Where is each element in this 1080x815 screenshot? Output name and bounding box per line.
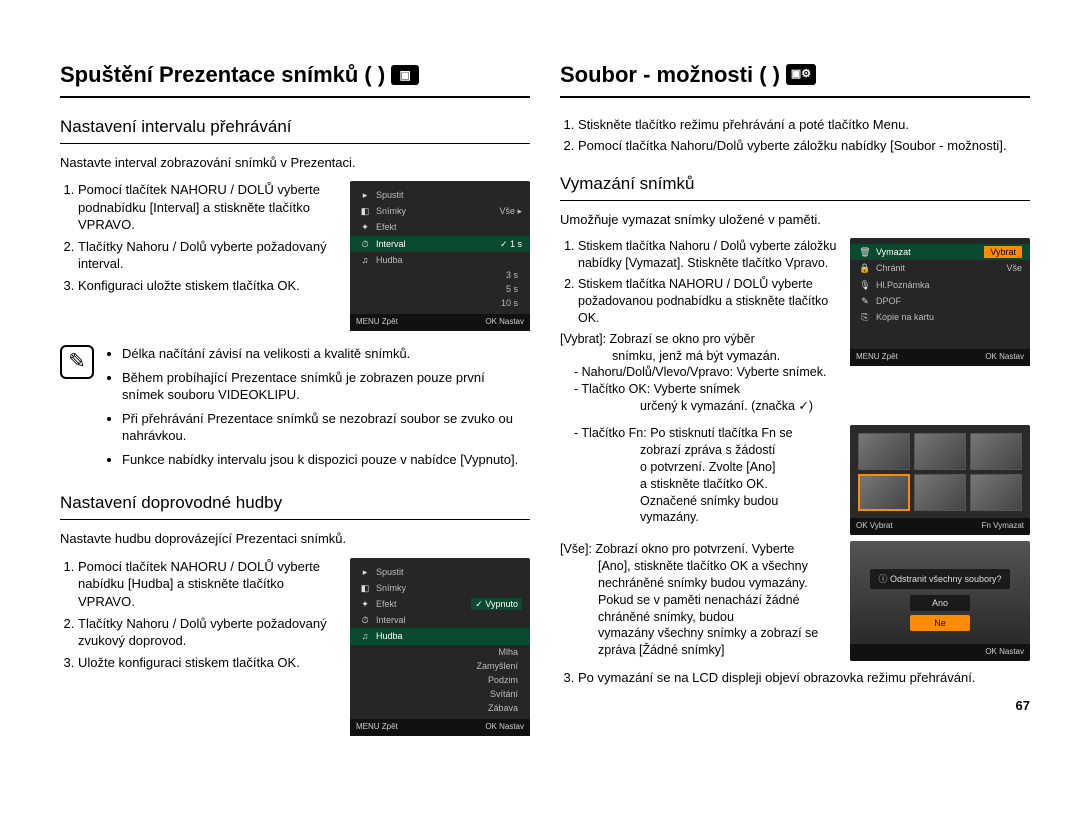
- vse-line: [Ano], stiskněte tlačítko OK a všechny: [598, 558, 838, 575]
- delete-intro: Umožňuje vymazat snímky uložené v paměti…: [560, 211, 1030, 229]
- right-h1-text: Soubor - možnosti ( ): [560, 60, 780, 90]
- images-icon: ◧: [358, 582, 372, 594]
- interval-lcd: ▸Spustit ◧SnímkyVše ▸ ✦Efekt ⏱Interval✓ …: [350, 181, 530, 331]
- vse-line: nechráněné snímky budou vymazány.: [598, 575, 838, 592]
- music-lcd: ▸Spustit ◧Snímky ✦Efekt✓ Vypnuto ⏱Interv…: [350, 558, 530, 736]
- interval-intro: Nastavte interval zobrazování snímků v P…: [60, 154, 530, 172]
- slideshow-icon: ▣: [391, 65, 419, 85]
- note-item: Funkce nabídky intervalu jsou k dispozic…: [122, 451, 530, 469]
- music-steps: Pomocí tlačítek NAHORU / DOLŮ vyberte na…: [60, 558, 338, 671]
- note-icon: ✎: [60, 345, 94, 379]
- lock-icon: 🔒: [858, 262, 872, 274]
- delete-steps: Stiskem tlačítka Nahoru / Dolů vyberte z…: [560, 238, 838, 326]
- fn-line: zobrazí zpráva s žádostí: [640, 442, 838, 459]
- dialog-question: ⓘ Odstranit všechny soubory?: [870, 569, 1009, 589]
- vybrat-line2: snímku, jenž má být vymazán.: [612, 348, 838, 365]
- vse-line: Pokud se v paměti nenachází žádné chráně…: [598, 592, 838, 626]
- thumbnail-lcd: OK VybratFn Vymazat: [850, 425, 1030, 535]
- interval-steps: Pomocí tlačítek NAHORU / DOLŮ vyberte po…: [60, 181, 338, 294]
- dialog-no: Ne: [910, 615, 970, 631]
- note-item: Při přehrávání Prezentace snímků se nezo…: [122, 410, 530, 445]
- intro-step: Pomocí tlačítka Nahoru/Dolů vyberte zálo…: [578, 137, 1030, 155]
- delete-step3: Po vymazání se na LCD displeji objeví ob…: [578, 669, 1030, 687]
- music-step: Tlačítky Nahoru / Dolů vyberte požadovan…: [78, 615, 338, 650]
- page-number: 67: [560, 697, 1030, 715]
- fn-line: vymazány.: [640, 509, 838, 526]
- interval-step: Tlačítky Nahoru / Dolů vyberte požadovan…: [78, 238, 338, 273]
- mic-icon: 🎙: [858, 279, 872, 291]
- images-icon: ◧: [358, 205, 372, 217]
- fn-line: o potvrzení. Zvolte [Ano]: [640, 459, 838, 476]
- note-item: Během probíhající Prezentace snímků je z…: [122, 369, 530, 404]
- play-icon: ▸: [358, 566, 372, 578]
- vse-label: [Vše]: Zobrazí okno pro potvrzení. Vyber…: [560, 542, 794, 556]
- fn-line: Tlačítko Fn: Po stisknutí tlačítka Fn se: [574, 425, 838, 442]
- music-icon: ♫: [358, 630, 372, 642]
- vybrat-dash: Tlačítko OK: Vyberte snímek: [574, 381, 838, 398]
- vybrat-label: [Vybrat]: Zobrazí se okno pro výběr: [560, 331, 755, 348]
- interval-step: Konfiguraci uložte stiskem tlačítka OK.: [78, 277, 338, 295]
- interval-h2: Nastavení intervalu přehrávání: [60, 116, 530, 144]
- effect-icon: ✦: [358, 598, 372, 610]
- delete-h2: Vymazání snímků: [560, 173, 1030, 201]
- delete-lcd: 🗑VymazatVybrat 🔒ChránitVše 🎙Hl.Poznámka …: [850, 238, 1030, 366]
- delete-step: Stiskem tlačítka NAHORU / DOLŮ vyberte p…: [578, 276, 838, 327]
- right-intro-list: Stiskněte tlačítko režimu přehrávání a p…: [560, 116, 1030, 155]
- intro-step: Stiskněte tlačítko režimu přehrávání a p…: [578, 116, 1030, 134]
- right-h1: Soubor - možnosti ( ) ▣⚙: [560, 60, 1030, 98]
- left-column: Spuštění Prezentace snímků ( ) ▣ Nastave…: [60, 60, 530, 746]
- vybrat-dash: Nahoru/Dolů/Vlevo/Vpravo: Vyberte snímek…: [574, 364, 838, 381]
- delete-step: Stiskem tlačítka Nahoru / Dolů vyberte z…: [578, 238, 838, 272]
- music-step: Pomocí tlačítek NAHORU / DOLŮ vyberte na…: [78, 558, 338, 611]
- note-item: Délka načítání závisí na velikosti a kva…: [122, 345, 530, 363]
- play-icon: ▸: [358, 189, 372, 201]
- effect-icon: ✦: [358, 221, 372, 233]
- music-icon: ♫: [358, 254, 372, 266]
- music-step: Uložte konfiguraci stiskem tlačítka OK.: [78, 654, 338, 672]
- right-column: Soubor - možnosti ( ) ▣⚙ Stiskněte tlačí…: [560, 60, 1030, 746]
- dpof-icon: ✎: [858, 295, 872, 307]
- vse-line: vymazány všechny snímky a zobrazí se zpr…: [598, 625, 838, 659]
- clock-icon: ⏱: [358, 238, 372, 250]
- clock-icon: ⏱: [358, 614, 372, 626]
- trash-icon: 🗑: [858, 246, 872, 258]
- note-box: ✎ Délka načítání závisí na velikosti a k…: [60, 345, 530, 474]
- left-h1: Spuštění Prezentace snímků ( ) ▣: [60, 60, 530, 98]
- left-h1-text: Spuštění Prezentace snímků ( ): [60, 60, 385, 90]
- file-options-icon: ▣⚙: [786, 64, 816, 85]
- confirm-dialog-lcd: ⓘ Odstranit všechny soubory? Ano Ne OK N…: [850, 541, 1030, 661]
- fn-line: a stiskněte tlačítko OK.: [640, 476, 838, 493]
- fn-line: Označené snímky budou: [640, 493, 838, 510]
- interval-step: Pomocí tlačítek NAHORU / DOLŮ vyberte po…: [78, 181, 338, 234]
- copy-icon: ⎘: [858, 311, 872, 323]
- music-intro: Nastavte hudbu doprovázející Prezentaci …: [60, 530, 530, 548]
- dialog-yes: Ano: [910, 595, 970, 611]
- music-h2: Nastavení doprovodné hudby: [60, 492, 530, 520]
- vybrat-mark: určený k vymazání. (značka ✓): [640, 398, 838, 415]
- delete-steps-cont: Po vymazání se na LCD displeji objeví ob…: [560, 669, 1030, 687]
